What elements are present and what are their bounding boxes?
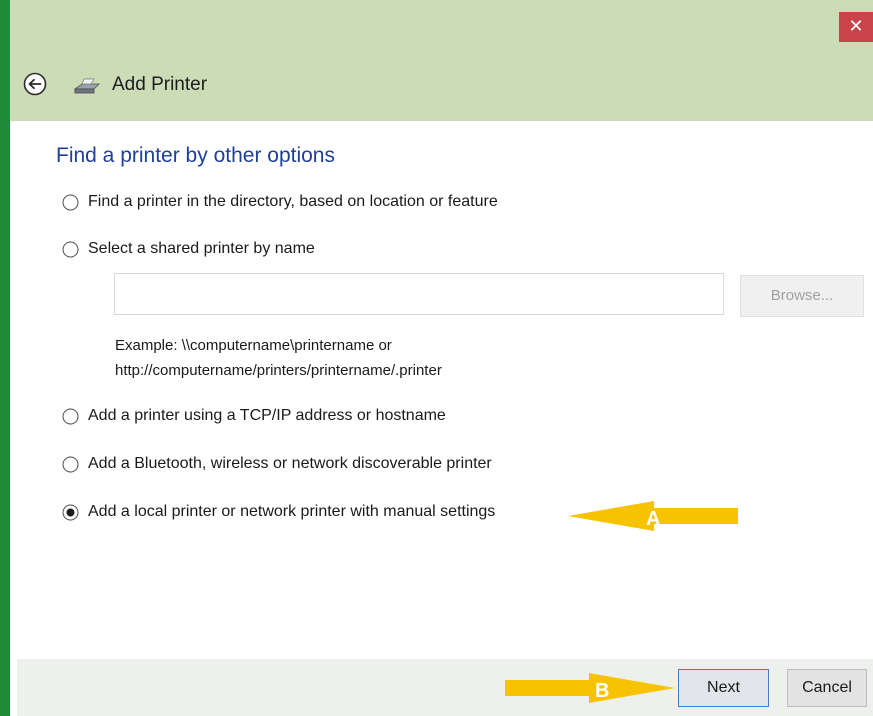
page-heading: Find a printer by other options bbox=[56, 144, 335, 167]
shared-printer-name-input[interactable] bbox=[114, 273, 724, 315]
close-button[interactable]: ✕ bbox=[839, 12, 873, 42]
example-text-line-1: Example: \\computername\printername or bbox=[115, 337, 392, 354]
printer-icon bbox=[73, 78, 100, 94]
option-label: Add a Bluetooth, wireless or network dis… bbox=[88, 455, 492, 472]
window-title: Add Printer bbox=[112, 74, 208, 95]
title-bar bbox=[10, 0, 873, 121]
annotation-arrow-a: A bbox=[568, 501, 738, 531]
option-shared-printer[interactable]: Select a shared printer by name bbox=[62, 240, 315, 258]
close-icon: ✕ bbox=[848, 16, 864, 37]
radio-button-icon[interactable] bbox=[62, 241, 79, 258]
option-directory-search[interactable]: Find a printer in the directory, based o… bbox=[62, 193, 498, 211]
option-bluetooth-wireless[interactable]: Add a Bluetooth, wireless or network dis… bbox=[62, 455, 492, 473]
option-label: Find a printer in the directory, based o… bbox=[88, 193, 498, 210]
next-button[interactable]: Next bbox=[678, 669, 769, 707]
browse-button[interactable]: Browse... bbox=[740, 275, 864, 317]
radio-button-icon[interactable] bbox=[62, 408, 79, 425]
option-tcpip[interactable]: Add a printer using a TCP/IP address or … bbox=[62, 407, 446, 425]
annotation-arrow-b: B bbox=[505, 673, 675, 703]
example-text-line-2: http://computername/printers/printername… bbox=[115, 362, 442, 379]
option-label: Select a shared printer by name bbox=[88, 240, 315, 257]
option-label: Add a printer using a TCP/IP address or … bbox=[88, 407, 446, 424]
cancel-button[interactable]: Cancel bbox=[787, 669, 867, 707]
annotation-label-a: A bbox=[646, 508, 660, 530]
option-label: Add a local printer or network printer w… bbox=[88, 503, 496, 520]
radio-button-icon[interactable] bbox=[62, 456, 79, 473]
option-local-printer[interactable]: Add a local printer or network printer w… bbox=[62, 503, 495, 521]
back-arrow-icon[interactable] bbox=[23, 72, 47, 96]
radio-button-selected-icon[interactable] bbox=[62, 504, 79, 521]
annotation-label-b: B bbox=[595, 680, 609, 702]
radio-button-icon[interactable] bbox=[62, 194, 79, 211]
